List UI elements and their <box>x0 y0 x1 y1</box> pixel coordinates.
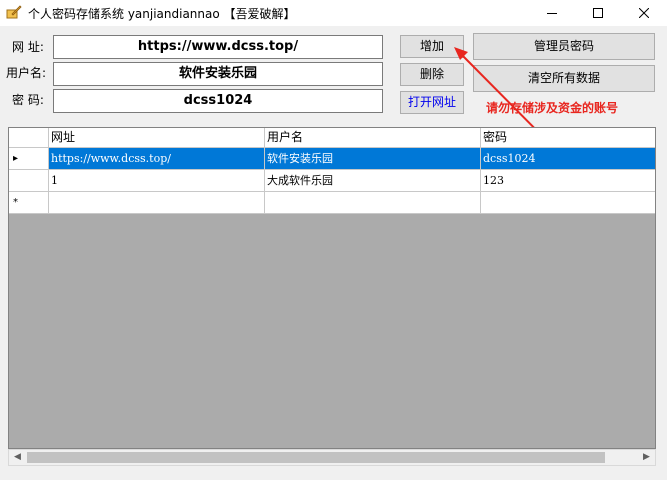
close-button[interactable] <box>621 0 667 26</box>
title-bar: 个人密码存储系统 yanjiandiannao 【吾爱破解】 <box>0 0 667 26</box>
data-grid[interactable]: 网址 用户名 密码 ▸ https://www.dcss.top/ 软件安装乐园… <box>8 127 656 449</box>
warning-hint: 请勿存储涉及资金的账号 <box>486 101 619 115</box>
table-cell-username[interactable]: 软件安装乐园 <box>265 148 481 170</box>
add-button[interactable]: 增加 <box>400 35 464 58</box>
row-header-selected[interactable]: ▸ <box>9 148 49 170</box>
password-field[interactable]: dcss1024 <box>53 89 383 113</box>
grid-corner <box>9 128 49 148</box>
table-cell-password[interactable]: dcss1024 <box>481 148 655 170</box>
column-header-password[interactable]: 密码 <box>481 128 655 148</box>
new-row-cell-url[interactable] <box>49 192 265 214</box>
username-field[interactable]: 软件安装乐园 <box>53 62 383 86</box>
username-label: 用户名: <box>6 66 47 80</box>
maximize-button[interactable] <box>575 0 621 26</box>
app-window: 个人密码存储系统 yanjiandiannao 【吾爱破解】 网 址: 用户名:… <box>0 0 667 480</box>
url-field[interactable]: https://www.dcss.top/ <box>53 35 383 59</box>
scroll-right-arrow-icon[interactable]: ▶ <box>638 450 655 465</box>
admin-password-button[interactable]: 管理员密码 <box>473 33 655 60</box>
maximize-icon <box>593 8 603 18</box>
table-cell-password[interactable]: 123 <box>481 170 655 192</box>
table-cell-username[interactable]: 大成软件乐园 <box>265 170 481 192</box>
password-label: 密 码: <box>12 93 44 107</box>
clear-all-button[interactable]: 清空所有数据 <box>473 65 655 92</box>
minimize-icon <box>547 8 557 18</box>
scroll-left-arrow-icon[interactable]: ◀ <box>9 450 26 465</box>
new-row-cell-password[interactable] <box>481 192 655 214</box>
open-url-button[interactable]: 打开网址 <box>400 91 464 114</box>
row-header[interactable] <box>9 170 49 192</box>
url-label: 网 址: <box>12 40 44 54</box>
horizontal-scrollbar[interactable]: ◀ ▶ <box>8 449 656 466</box>
window-title: 个人密码存储系统 yanjiandiannao 【吾爱破解】 <box>28 7 296 21</box>
column-header-username[interactable]: 用户名 <box>265 128 481 148</box>
close-icon <box>639 8 649 18</box>
pencil-app-icon <box>6 4 22 20</box>
table-cell-url[interactable]: https://www.dcss.top/ <box>49 148 265 170</box>
table-cell-url[interactable]: 1 <box>49 170 265 192</box>
delete-button[interactable]: 删除 <box>400 63 464 86</box>
scrollbar-thumb[interactable] <box>27 452 605 463</box>
new-row-cell-username[interactable] <box>265 192 481 214</box>
new-row-header[interactable]: * <box>9 192 49 214</box>
column-header-url[interactable]: 网址 <box>49 128 265 148</box>
minimize-button[interactable] <box>529 0 575 26</box>
